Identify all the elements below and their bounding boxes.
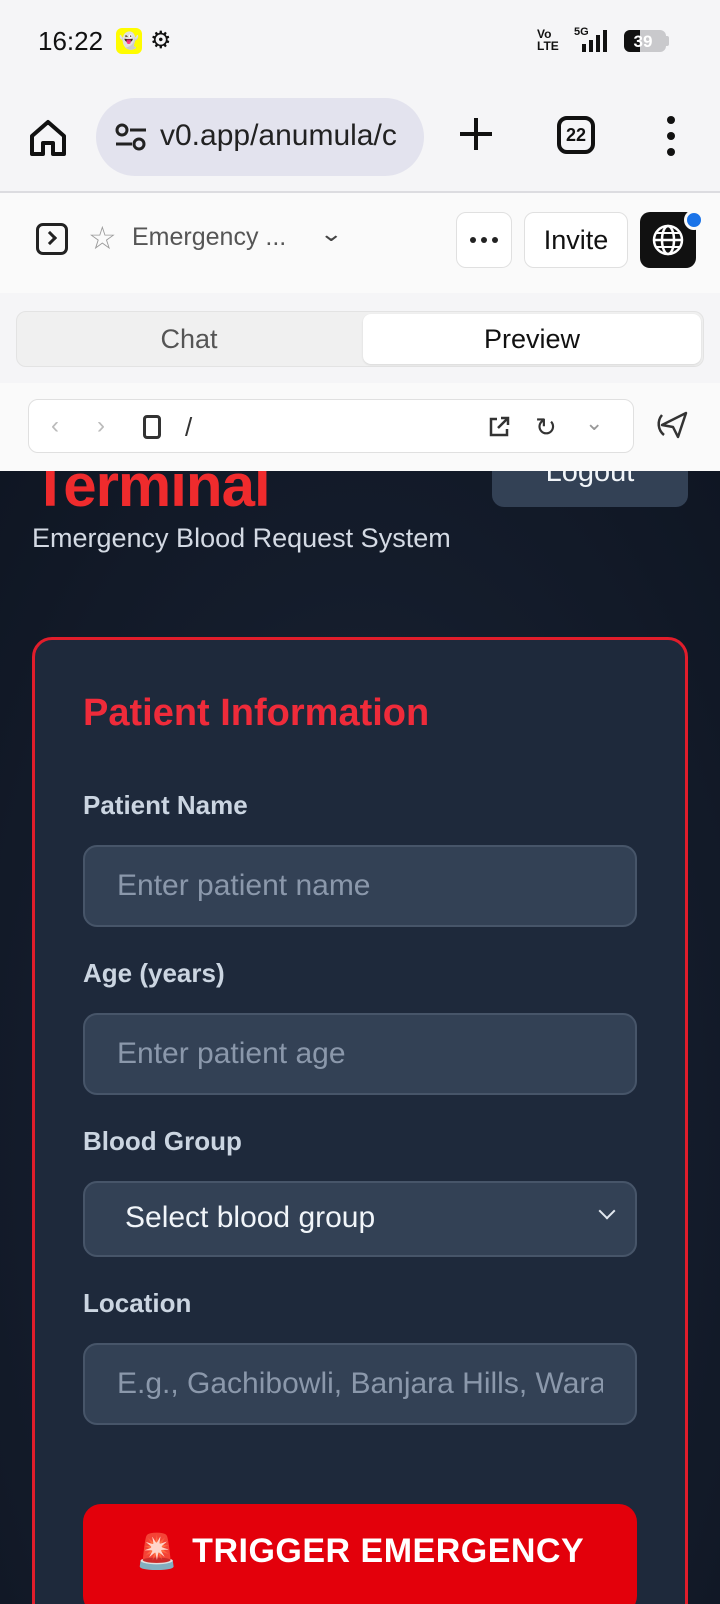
preview-toolbar: ‹ › / ↻ ⌄ [0,383,720,471]
view-toggle: Chat Preview [16,311,704,367]
logout-button[interactable]: Logout [492,471,688,507]
star-icon[interactable]: ☆ [88,219,117,257]
url-text: v0.app/anumula/c [160,119,397,152]
age-input[interactable] [83,1013,637,1095]
trigger-emergency-button[interactable]: 🚨 TRIGGER EMERGENCY [83,1504,637,1604]
forward-icon[interactable]: › [97,412,105,440]
tab-preview[interactable]: Preview [363,314,701,364]
status-bar: 16:22 👻 ⚙ Vo LTE 5G 39 [0,0,720,84]
preview-address-bar: ‹ › / ↻ ⌄ [28,399,634,453]
browser-toolbar: v0.app/anumula/c 22 [0,84,720,191]
v0-header: ☆ Emergency ... ⌄ Invite [0,193,720,293]
select-element-icon[interactable] [656,407,692,443]
patient-name-input[interactable] [83,845,637,927]
age-label: Age (years) [83,958,225,988]
page-subtitle: Emergency Blood Request System [32,523,451,553]
preview-path[interactable]: / [185,412,192,443]
location-label: Location [83,1288,192,1318]
tab-switcher-button[interactable]: 22 [557,116,595,154]
location-input[interactable] [83,1343,637,1425]
chevron-down-icon[interactable]: ⌄ [319,221,343,247]
browser-menu-icon[interactable] [665,116,677,156]
patient-information-card: Patient Information Patient Name Age (ye… [32,637,688,1604]
battery-tip [666,36,669,46]
blood-group-label: Blood Group [83,1126,242,1156]
battery-level: 39 [633,32,653,51]
battery-icon: 39 [624,30,666,52]
settings-notification-icon: ⚙ [150,27,172,54]
site-settings-icon[interactable] [114,122,148,152]
chevron-down-icon [598,1202,616,1220]
notification-dot [684,210,704,230]
tab-chat[interactable]: Chat [17,312,361,366]
page-title: Terminal [32,471,271,519]
project-name[interactable]: Emergency ... [132,223,286,252]
mobile-device-icon[interactable] [143,415,161,439]
address-bar[interactable]: v0.app/anumula/c [96,98,424,176]
back-icon[interactable]: ‹ [51,412,59,440]
signal-icon [582,30,607,52]
globe-icon [652,224,684,256]
more-options-button[interactable] [456,212,512,268]
blood-group-value: Select blood group [125,1201,376,1234]
reload-icon[interactable]: ↻ [535,412,557,443]
sidebar-toggle-icon[interactable] [36,223,68,255]
app-preview: Terminal Logout Emergency Blood Request … [0,471,720,1604]
chevron-down-icon[interactable]: ⌄ [585,410,603,436]
new-tab-icon[interactable] [456,114,496,154]
patient-name-label: Patient Name [83,790,248,820]
snapchat-icon: 👻 [116,28,142,54]
volte-icon: Vo LTE [537,27,559,53]
open-external-icon[interactable] [487,415,511,439]
status-time: 16:22 [38,26,104,56]
card-title: Patient Information [83,692,430,734]
siren-icon: 🚨 [135,1533,179,1571]
home-icon[interactable] [26,116,70,160]
blood-group-select[interactable]: Select blood group [83,1181,637,1257]
invite-button[interactable]: Invite [524,212,628,268]
trigger-emergency-label: TRIGGER EMERGENCY [192,1532,585,1570]
